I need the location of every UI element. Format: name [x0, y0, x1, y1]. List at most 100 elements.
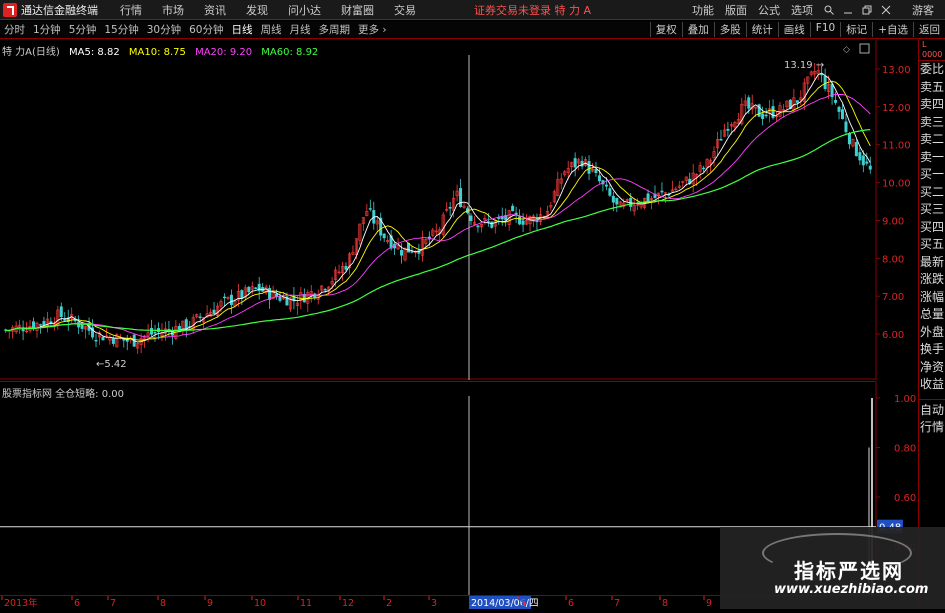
side-item-0[interactable]: 委比	[919, 61, 945, 79]
tool-stats[interactable]: 统计	[745, 22, 778, 37]
period-1min[interactable]: 1分钟	[29, 22, 65, 37]
side-item-1[interactable]: 卖五	[919, 79, 945, 97]
period-5min[interactable]: 5分钟	[65, 22, 101, 37]
side-item-17[interactable]: 净资	[919, 359, 945, 377]
candle-body	[486, 221, 490, 223]
candle-body	[63, 318, 67, 321]
date-tick-8: 2	[386, 598, 392, 609]
period-daily[interactable]: 日线	[228, 22, 257, 37]
tool-overlay[interactable]: 叠加	[681, 22, 714, 37]
side-item-5[interactable]: 卖一	[919, 149, 945, 167]
candle-body	[604, 184, 608, 187]
candle-body	[823, 75, 827, 90]
candle-body	[198, 316, 202, 319]
candle-body	[840, 109, 844, 120]
period-intraday[interactable]: 分时	[0, 22, 29, 37]
period-60min[interactable]: 60分钟	[185, 22, 227, 37]
sub-tick-1: 0.80	[894, 444, 916, 455]
side-item-7[interactable]: 买二	[919, 184, 945, 202]
candle-body	[847, 133, 851, 145]
menu-item-formula[interactable]: 公式	[758, 2, 780, 18]
side-item-9[interactable]: 买四	[919, 219, 945, 237]
minimize-icon[interactable]	[843, 5, 853, 15]
candle-body	[771, 106, 775, 118]
menu-item-options[interactable]: 选项	[791, 2, 813, 18]
login-alert[interactable]: 证券交易未登录 特 力 A	[474, 2, 591, 18]
kline-chart[interactable]: 13.00 12.00 11.00 10.00 9.00 8.00 7.00 6.00 ◇ 13.…	[0, 40, 918, 380]
period-more[interactable]: 更多 ›	[354, 22, 391, 37]
sub-tick-0: 1.00	[894, 394, 916, 405]
price-tick-6: 7.00	[882, 292, 904, 303]
price-tick-7: 6.00	[882, 330, 904, 341]
candle-body	[854, 142, 858, 157]
menu-item-wealth[interactable]: 财富圈	[341, 2, 374, 18]
chart-tools: 复权 叠加 多股 统计 画线 F10 标记 +自选 返回	[649, 22, 945, 37]
side-item-13[interactable]: 涨幅	[919, 289, 945, 307]
candle-body	[514, 212, 518, 215]
date-tick-11: 5	[520, 598, 526, 609]
period-weekly[interactable]: 周线	[257, 22, 286, 37]
candle-body	[21, 329, 25, 332]
side-item-3[interactable]: 卖三	[919, 114, 945, 132]
side-item-6[interactable]: 买一	[919, 166, 945, 184]
period-multi[interactable]: 多周期	[315, 22, 355, 37]
candle-body	[490, 221, 494, 228]
ma5-value: MA5: 8.82	[69, 47, 120, 58]
candle-body	[344, 266, 348, 270]
menu-item-market[interactable]: 市场	[162, 2, 184, 18]
menu-item-discover[interactable]: 发现	[246, 2, 268, 18]
candle-body	[153, 332, 157, 334]
side-item-15[interactable]: 外盘	[919, 324, 945, 342]
tool-back[interactable]: 返回	[913, 22, 945, 37]
candle-body	[865, 161, 869, 164]
close-icon[interactable]	[881, 5, 891, 15]
tool-multistock[interactable]: 多股	[713, 22, 746, 37]
price-tick-2: 11.00	[882, 141, 911, 152]
restore-icon[interactable]	[862, 5, 872, 15]
side-auto-item-1[interactable]: 行情	[919, 419, 945, 437]
tool-f10[interactable]: F10	[809, 22, 840, 37]
candle-body	[476, 225, 480, 228]
date-tick-15: 9	[706, 598, 712, 609]
side-item-14[interactable]: 总量	[919, 306, 945, 324]
low-annotation: ←5.42	[96, 359, 127, 370]
candle-body	[406, 243, 410, 253]
search-icon[interactable]	[824, 5, 834, 15]
menu-item-news[interactable]: 资讯	[204, 2, 226, 18]
menu-item-layout[interactable]: 版面	[725, 2, 747, 18]
menu-item-trade[interactable]: 交易	[394, 2, 416, 18]
menu-item-quotes[interactable]: 行情	[120, 2, 142, 18]
tool-mark[interactable]: 标记	[840, 22, 872, 37]
side-item-18[interactable]: 收益	[919, 376, 945, 394]
menu-item-function[interactable]: 功能	[692, 2, 714, 18]
candle-body	[587, 161, 591, 174]
period-30min[interactable]: 30分钟	[143, 22, 185, 37]
diamond-icon[interactable]: ◇	[843, 45, 850, 55]
kline-panel[interactable]: 13.00 12.00 11.00 10.00 9.00 8.00 7.00 6.00 ◇ 13.…	[0, 40, 911, 380]
guest-user[interactable]: 游客	[912, 2, 934, 18]
candle-body	[615, 197, 619, 205]
watermark: 指标严选网 www.xuezhibiao.com	[720, 527, 945, 609]
candle-body	[726, 128, 730, 131]
side-item-12[interactable]: 涨跌	[919, 271, 945, 289]
panel-toggle-icon[interactable]	[859, 43, 870, 54]
side-item-8[interactable]: 买三	[919, 201, 945, 219]
menu-item-ask[interactable]: 问小达	[288, 2, 321, 18]
date-tick-14: 8	[662, 598, 668, 609]
side-item-11[interactable]: 最新	[919, 254, 945, 272]
candle-body	[795, 100, 799, 103]
tool-adjust[interactable]: 复权	[649, 22, 682, 37]
candle-body	[837, 106, 841, 112]
candle-body	[101, 336, 105, 341]
side-item-10[interactable]: 买五	[919, 236, 945, 254]
side-item-2[interactable]: 卖四	[919, 96, 945, 114]
side-auto-item-0[interactable]: 自动	[919, 402, 945, 420]
tool-add-watchlist[interactable]: +自选	[872, 22, 913, 37]
candle-body	[608, 188, 612, 196]
candle-body	[459, 188, 463, 208]
tool-draw[interactable]: 画线	[777, 22, 810, 37]
period-15min[interactable]: 15分钟	[100, 22, 142, 37]
side-item-4[interactable]: 卖二	[919, 131, 945, 149]
period-monthly[interactable]: 月线	[286, 22, 315, 37]
side-item-16[interactable]: 换手	[919, 341, 945, 359]
